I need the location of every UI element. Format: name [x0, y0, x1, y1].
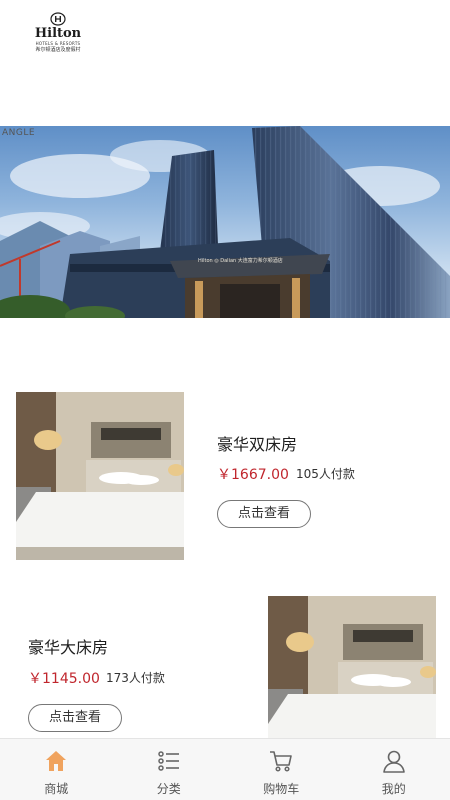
tab-label: 我的: [381, 782, 406, 796]
room-buyers-count: 105人付款: [296, 467, 355, 481]
list-icon: [158, 751, 179, 771]
tab-category[interactable]: 分类: [113, 739, 226, 800]
tab-label: 商城: [44, 782, 69, 796]
view-room-button[interactable]: 点击查看: [217, 500, 311, 528]
room-title: 豪华双床房: [217, 435, 298, 454]
hotel-building-illustration: [0, 126, 450, 318]
hotel-sign-text: Hilton ◎ Dalian 大连富力希尔顿酒店: [198, 258, 283, 264]
tab-mall[interactable]: 商城: [0, 739, 113, 800]
tab-label: 分类: [156, 782, 181, 796]
banner-watermark: ANGLE: [2, 128, 36, 138]
brand-subtitle: 希尔顿酒店及度假村: [35, 47, 81, 53]
user-icon: [382, 750, 405, 773]
room-price: ￥1145.00: [28, 671, 100, 687]
hilton-logo: Hilton HOTELS & RESORTS 希尔顿酒店及度假村: [28, 12, 88, 54]
brand-name: Hilton: [34, 26, 82, 41]
view-room-button[interactable]: 点击查看: [28, 704, 122, 732]
hilton-emblem-icon: [50, 12, 66, 26]
home-icon: [46, 751, 67, 771]
bottom-tab-bar: 商城 分类 购物车 我的: [0, 738, 450, 800]
room-title: 豪华大床房: [28, 638, 109, 657]
tab-profile[interactable]: 我的: [338, 739, 450, 800]
cart-icon: [270, 751, 293, 772]
hotel-banner[interactable]: ANGLE Hilton ◎ Dalian 大连富力希尔顿酒店: [0, 126, 450, 318]
tab-cart[interactable]: 购物车: [225, 739, 338, 800]
twin-room-illustration: [16, 392, 184, 560]
room-price: ￥1667.00: [217, 467, 289, 483]
tab-label: 购物车: [263, 782, 300, 796]
room-buyers-count: 173人付款: [106, 671, 165, 685]
room-photo[interactable]: [16, 392, 184, 560]
app-screen: Hilton HOTELS & RESORTS 希尔顿酒店及度假村 ANGLE …: [0, 0, 450, 800]
